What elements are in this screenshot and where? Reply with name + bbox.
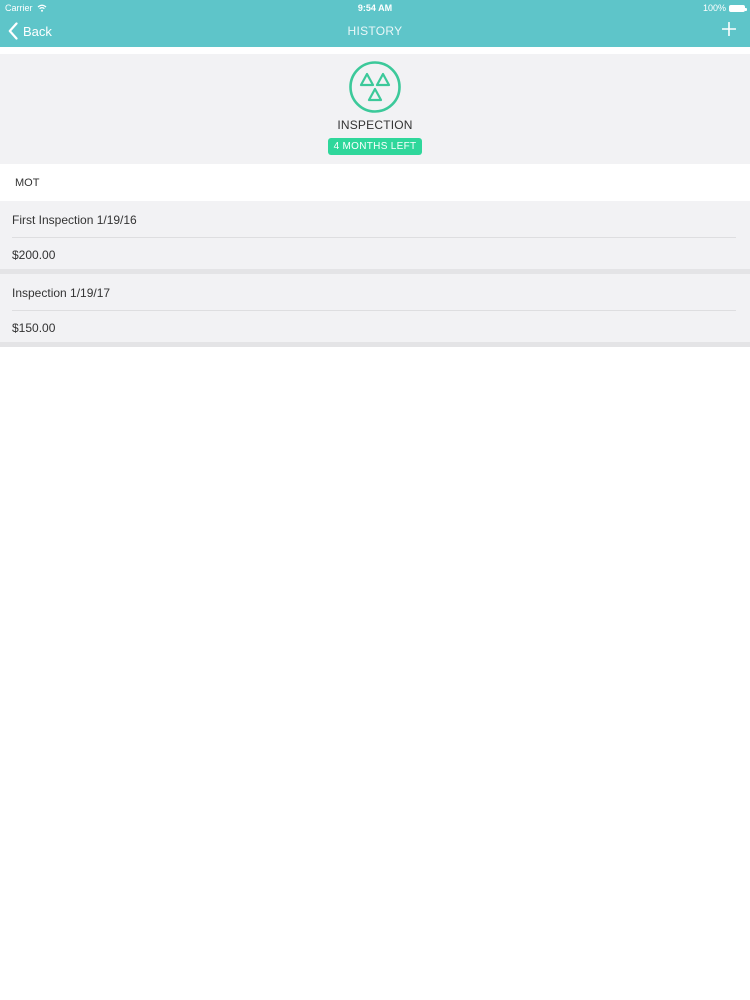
inspection-triangles-icon (349, 61, 401, 113)
history-item-title: First Inspection 1/19/16 (12, 213, 137, 227)
plus-icon (722, 22, 736, 36)
status-time: 9:54 AM (357, 3, 393, 13)
history-item[interactable]: Inspection 1/19/17 $150.00 (0, 274, 750, 347)
divider (12, 310, 736, 311)
app-window: Carrier 9:54 AM 100% Back HISTORY INSPEC… (0, 0, 750, 1000)
history-item-title: Inspection 1/19/17 (12, 286, 111, 300)
battery-percent: 100% (702, 3, 726, 13)
page-title: HISTORY (347, 24, 403, 38)
top-bar: Carrier 9:54 AM 100% Back HISTORY (0, 0, 750, 47)
section-header: MOT (0, 164, 750, 201)
inspection-header: INSPECTION 4 MONTHS LEFT (0, 54, 750, 164)
status-bar: Carrier 9:54 AM 100% (0, 0, 750, 15)
nav-bar: Back HISTORY (0, 15, 750, 47)
section-label: MOT (15, 177, 40, 189)
add-button[interactable] (722, 22, 736, 36)
battery-icon (729, 4, 747, 12)
divider (12, 237, 736, 238)
history-item-amount: $150.00 (12, 321, 56, 335)
time-left-badge: 4 MONTHS LEFT (328, 138, 422, 155)
history-item-amount: $200.00 (12, 248, 56, 262)
battery-indicator: 100% (702, 3, 747, 13)
history-item[interactable]: First Inspection 1/19/16 $200.00 (0, 201, 750, 274)
history-list: First Inspection 1/19/16 $200.00 Inspect… (0, 201, 750, 347)
inspection-title: INSPECTION (337, 118, 413, 132)
